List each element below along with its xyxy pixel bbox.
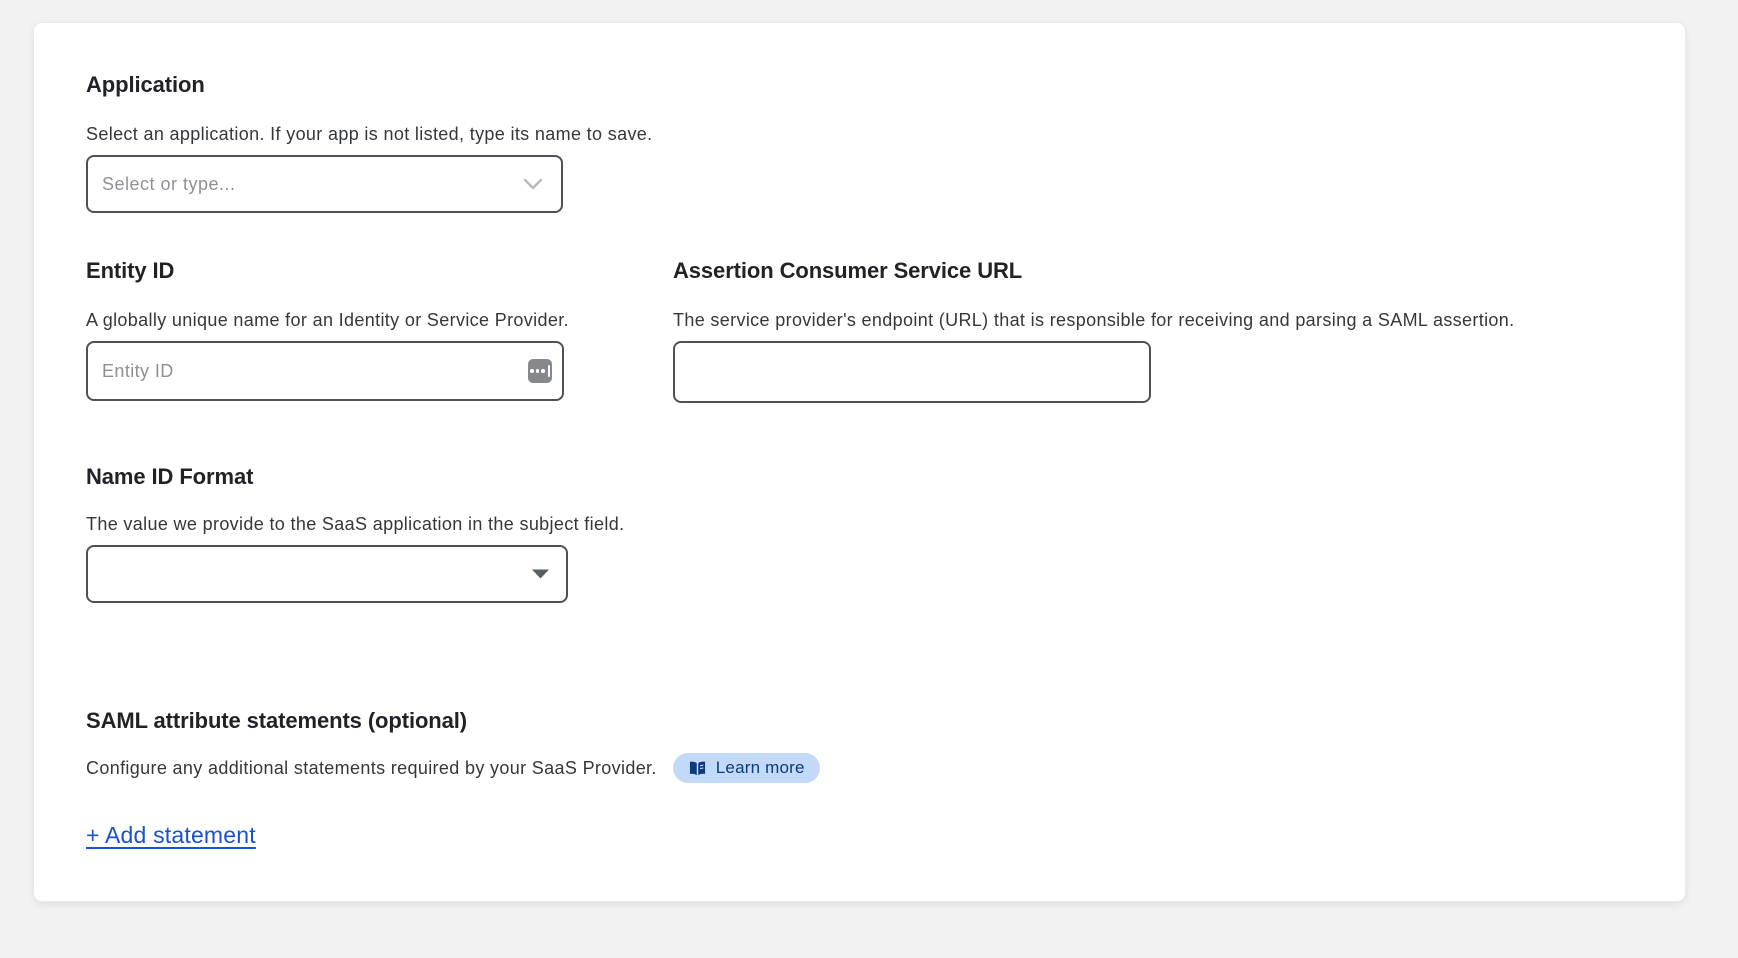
acs-url-description: The service provider's endpoint (URL) th… (673, 309, 1633, 331)
autofill-ellipsis-icon[interactable] (528, 359, 552, 383)
saml-attribute-statements-title: SAML attribute statements (optional) (86, 707, 1633, 735)
entity-id-title: Entity ID (86, 257, 564, 285)
name-id-format-description: The value we provide to the SaaS applica… (86, 513, 1633, 535)
acs-url-field-wrap (673, 341, 1151, 403)
caret-down-icon (532, 570, 549, 579)
name-id-format-title: Name ID Format (86, 463, 1633, 491)
entity-id-field-wrap (86, 341, 564, 401)
book-open-icon (688, 760, 707, 777)
acs-url-section: Assertion Consumer Service URL The servi… (673, 257, 1633, 403)
saml-attribute-statements-section: SAML attribute statements (optional) Con… (86, 707, 1633, 849)
saml-description-row: Configure any additional statements requ… (86, 753, 1633, 783)
saml-attribute-statements-description: Configure any additional statements requ… (86, 757, 657, 779)
application-description: Select an application. If your app is no… (86, 123, 1633, 145)
learn-more-label: Learn more (716, 758, 805, 778)
acs-url-input[interactable] (673, 341, 1151, 403)
learn-more-button[interactable]: Learn more (673, 753, 820, 783)
acs-url-title: Assertion Consumer Service URL (673, 257, 1633, 285)
entity-id-section: Entity ID A globally unique name for an … (86, 257, 564, 403)
entity-id-input[interactable] (86, 341, 564, 401)
saml-config-card: Application Select an application. If yo… (33, 22, 1686, 902)
application-section: Application Select an application. If yo… (86, 71, 1633, 213)
chevron-down-icon (523, 178, 543, 190)
name-id-format-select[interactable] (86, 545, 568, 603)
add-statement-link[interactable]: + Add statement (86, 821, 256, 849)
application-select[interactable]: Select or type... (86, 155, 563, 213)
entity-id-description: A globally unique name for an Identity o… (86, 309, 564, 331)
application-select-placeholder: Select or type... (88, 174, 236, 195)
name-id-format-section: Name ID Format The value we provide to t… (86, 463, 1633, 603)
application-title: Application (86, 71, 1633, 99)
entity-acs-row: Entity ID A globally unique name for an … (86, 257, 1633, 403)
